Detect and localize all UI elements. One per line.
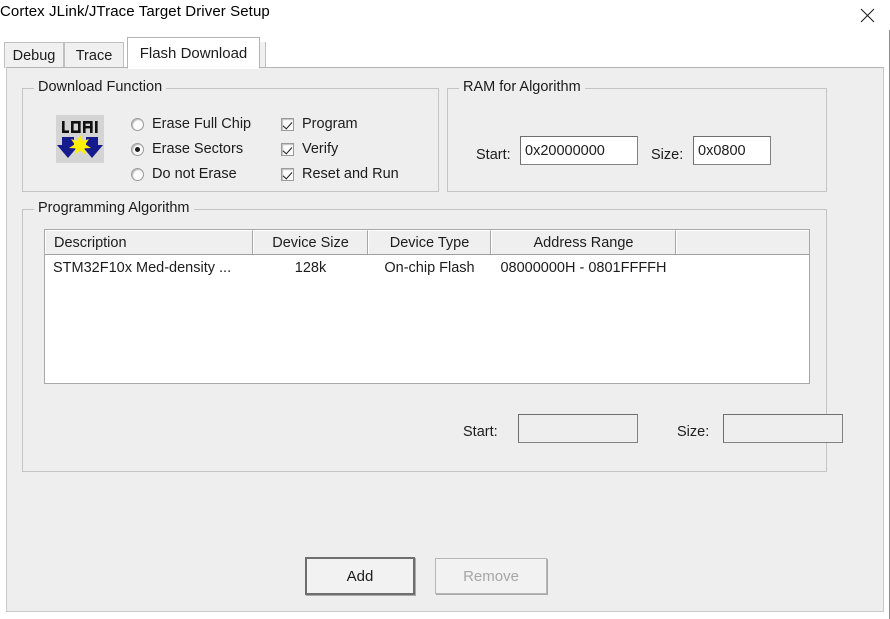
- ram-start-label: Start:: [476, 147, 511, 163]
- radio-erase-sectors-label: Erase Sectors: [152, 141, 244, 157]
- tab-debug[interactable]: Debug: [4, 42, 64, 68]
- table-header-row: Description Device Size Device Type Addr…: [45, 230, 809, 255]
- checkbox-verify-label: Verify: [302, 141, 339, 157]
- dialog-window: Cortex JLink/JTrace Target Driver Setup …: [0, 0, 890, 619]
- table-row[interactable]: STM32F10x Med-density ... 128k On-chip F…: [45, 255, 809, 281]
- close-icon: [860, 8, 874, 22]
- tab-strip: Debug Trace Flash Download: [0, 36, 890, 69]
- tab-trace[interactable]: Trace: [64, 42, 124, 68]
- column-header-device-size[interactable]: Device Size: [253, 230, 368, 254]
- radio-erase-sectors[interactable]: Erase Sectors: [131, 141, 243, 157]
- checkbox-reset-and-run-label: Reset and Run: [302, 166, 399, 182]
- checkmark-icon: [281, 142, 294, 156]
- flash-download-panel: Download Function Erase Full Chip Erase …: [6, 67, 884, 612]
- column-header-extra[interactable]: [676, 230, 809, 254]
- load-icon: [56, 115, 104, 163]
- download-function-group: Download Function Erase Full Chip Erase …: [22, 79, 439, 192]
- add-button[interactable]: Add: [305, 557, 415, 595]
- radio-erase-full-chip-label: Erase Full Chip: [152, 116, 252, 132]
- tab-flash-download[interactable]: Flash Download: [127, 37, 260, 69]
- radio-erase-full-chip[interactable]: Erase Full Chip: [131, 116, 251, 132]
- ram-start-input[interactable]: [520, 136, 638, 165]
- checkbox-verify[interactable]: Verify: [281, 141, 338, 157]
- checkbox-reset-and-run[interactable]: Reset and Run: [281, 166, 399, 182]
- ram-for-algorithm-title: RAM for Algorithm: [459, 79, 585, 95]
- radio-mark-icon: [131, 142, 144, 156]
- programming-algorithm-group: Programming Algorithm Description Device…: [22, 200, 843, 472]
- programming-algorithm-title: Programming Algorithm: [34, 200, 194, 216]
- algorithm-start-input[interactable]: [518, 414, 638, 443]
- tab-strip-filler: [260, 42, 266, 68]
- title-bar: Cortex JLink/JTrace Target Driver Setup: [0, 0, 890, 30]
- ram-for-algorithm-group: RAM for Algorithm Start: Size:: [447, 79, 827, 192]
- window-title: Cortex JLink/JTrace Target Driver Setup: [0, 3, 270, 20]
- remove-button: Remove: [435, 558, 547, 594]
- ram-size-input[interactable]: [693, 136, 771, 165]
- download-function-title: Download Function: [34, 79, 167, 95]
- checkbox-program[interactable]: Program: [281, 116, 358, 132]
- cell-description: STM32F10x Med-density ...: [53, 260, 232, 276]
- checkmark-icon: [281, 117, 294, 131]
- close-button[interactable]: [844, 0, 890, 30]
- column-header-address-range[interactable]: Address Range: [491, 230, 676, 254]
- cell-address-range: 08000000H - 0801FFFFH: [500, 260, 667, 276]
- column-header-device-type[interactable]: Device Type: [368, 230, 491, 254]
- checkmark-icon: [281, 167, 294, 181]
- cell-device-size: 128k: [294, 260, 327, 276]
- radio-mark-icon: [131, 167, 144, 181]
- algorithm-start-label: Start:: [463, 424, 498, 440]
- cell-device-type: On-chip Flash: [384, 260, 475, 276]
- radio-mark-icon: [131, 117, 144, 131]
- radio-do-not-erase[interactable]: Do not Erase: [131, 166, 237, 182]
- algorithm-size-label: Size:: [677, 424, 710, 440]
- checkbox-program-label: Program: [302, 116, 358, 132]
- ram-size-label: Size:: [651, 147, 684, 163]
- radio-do-not-erase-label: Do not Erase: [152, 166, 237, 182]
- algorithm-table[interactable]: Description Device Size Device Type Addr…: [44, 229, 810, 384]
- algorithm-size-input[interactable]: [723, 414, 843, 443]
- column-header-description[interactable]: Description: [45, 230, 253, 254]
